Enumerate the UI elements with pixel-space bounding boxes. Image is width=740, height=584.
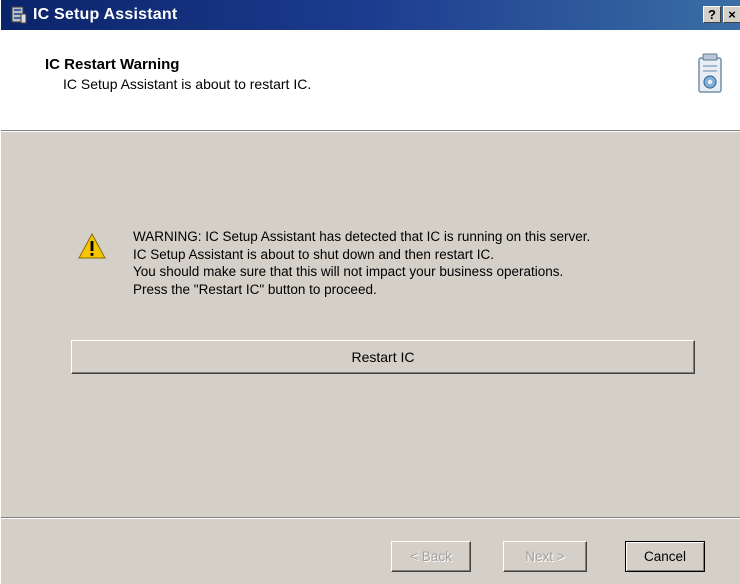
footer-divider bbox=[1, 517, 740, 519]
page-subtitle: IC Setup Assistant is about to restart I… bbox=[63, 76, 312, 92]
help-button[interactable]: ? bbox=[703, 6, 721, 23]
setup-assistant-window: IC Setup Assistant ? × IC Restart Warnin… bbox=[0, 0, 740, 584]
back-button[interactable]: < Back bbox=[391, 541, 471, 572]
restart-ic-button[interactable]: Restart IC bbox=[71, 340, 695, 374]
warning-line: WARNING: IC Setup Assistant has detected… bbox=[133, 229, 591, 244]
warning-triangle-icon bbox=[78, 232, 106, 259]
page-title: IC Restart Warning bbox=[45, 56, 180, 73]
warning-message: WARNING: IC Setup Assistant has detected… bbox=[133, 228, 723, 298]
wizard-setup-icon bbox=[695, 52, 725, 96]
header-divider bbox=[1, 131, 740, 132]
next-button[interactable]: Next > bbox=[503, 541, 587, 572]
close-button[interactable]: × bbox=[723, 6, 740, 23]
title-bar[interactable]: IC Setup Assistant ? × bbox=[1, 0, 740, 30]
window-title: IC Setup Assistant bbox=[33, 6, 178, 23]
warning-line: You should make sure that this will not … bbox=[133, 264, 564, 279]
app-icon bbox=[11, 6, 27, 24]
warning-line: IC Setup Assistant is about to shut down… bbox=[133, 246, 494, 262]
cancel-button[interactable]: Cancel bbox=[625, 541, 705, 572]
warning-line: Press the "Restart IC" button to proceed… bbox=[133, 281, 377, 297]
